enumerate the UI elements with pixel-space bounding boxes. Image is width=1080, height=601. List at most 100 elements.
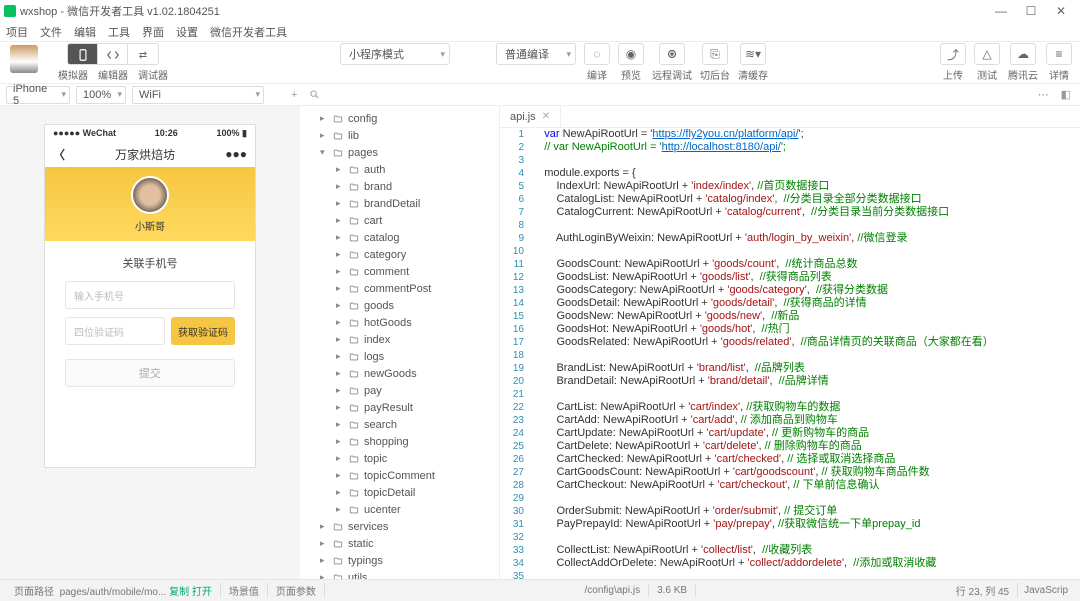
code-line[interactable]: 2 // var NewApiRootUrl = 'http://localho… <box>500 141 1080 154</box>
code-line[interactable]: 24 CartUpdate: NewApiRootUrl + 'cart/upd… <box>500 427 1080 440</box>
code-line[interactable]: 18 <box>500 349 1080 362</box>
close-button[interactable]: ✕ <box>1046 0 1076 22</box>
code-line[interactable]: 11 GoodsCount: NewApiRootUrl + 'goods/co… <box>500 258 1080 271</box>
folder-services[interactable]: ▸services <box>300 518 499 535</box>
code-line[interactable]: 14 GoodsDetail: NewApiRootUrl + 'goods/d… <box>500 297 1080 310</box>
folder-commentPost[interactable]: ▸commentPost <box>300 280 499 297</box>
upload-button[interactable]: ⤴ <box>940 43 966 65</box>
code-line[interactable]: 3 <box>500 154 1080 167</box>
user-avatar[interactable] <box>10 45 38 73</box>
folder-newGoods[interactable]: ▸newGoods <box>300 365 499 382</box>
code-line[interactable]: 20 BrandDetail: NewApiRootUrl + 'brand/d… <box>500 375 1080 388</box>
compile-type-select[interactable]: 普通编译 <box>496 43 576 65</box>
device-select[interactable]: iPhone 5 <box>6 86 70 104</box>
code-line[interactable]: 9 AuthLoginByWeixin: NewApiRootUrl + 'au… <box>500 232 1080 245</box>
page-params[interactable]: 页面参数 <box>268 583 325 598</box>
folder-comment[interactable]: ▸comment <box>300 263 499 280</box>
submit-button[interactable]: 提交 <box>65 359 235 387</box>
simulator-toggle[interactable] <box>68 44 98 65</box>
folder-topicComment[interactable]: ▸topicComment <box>300 467 499 484</box>
folder-auth[interactable]: ▸auth <box>300 161 499 178</box>
minimize-button[interactable]: — <box>986 0 1016 22</box>
folder-ucenter[interactable]: ▸ucenter <box>300 501 499 518</box>
code-line[interactable]: 16 GoodsHot: NewApiRootUrl + 'goods/hot'… <box>500 323 1080 336</box>
code-line[interactable]: 13 GoodsCategory: NewApiRootUrl + 'goods… <box>500 284 1080 297</box>
editor-tab[interactable]: api.js✕ <box>500 106 561 127</box>
get-code-button[interactable]: 获取验证码 <box>171 317 235 345</box>
compile-button[interactable]: ◌ <box>584 43 610 65</box>
code-line[interactable]: 4 module.exports = { <box>500 167 1080 180</box>
code-line[interactable]: 19 BrandList: NewApiRootUrl + 'brand/lis… <box>500 362 1080 375</box>
menu-devtools[interactable]: 微信开发者工具 <box>210 24 287 40</box>
code-line[interactable]: 1 var NewApiRootUrl = 'https://fly2you.c… <box>500 128 1080 141</box>
folder-logs[interactable]: ▸logs <box>300 348 499 365</box>
open-link[interactable]: 打开 <box>192 587 212 598</box>
folder-utils[interactable]: ▸utils <box>300 569 499 579</box>
back-icon[interactable]: 〈 <box>53 146 65 163</box>
folder-config[interactable]: ▸config <box>300 110 499 127</box>
remote-debug-button[interactable] <box>659 43 685 65</box>
scene-value[interactable]: 场景值 <box>221 583 268 598</box>
code-line[interactable]: 21 <box>500 388 1080 401</box>
code-line[interactable]: 29 <box>500 492 1080 505</box>
background-button[interactable]: ⎘ <box>702 43 728 65</box>
folder-topic[interactable]: ▸topic <box>300 450 499 467</box>
folder-shopping[interactable]: ▸shopping <box>300 433 499 450</box>
close-icon[interactable]: ✕ <box>542 111 550 122</box>
hero-avatar[interactable] <box>131 176 169 214</box>
code-line[interactable]: 22 CartList: NewApiRootUrl + 'cart/index… <box>500 401 1080 414</box>
language-mode[interactable]: JavaScrip <box>1018 585 1074 596</box>
code-line[interactable]: 6 CatalogList: NewApiRootUrl + 'catalog/… <box>500 193 1080 206</box>
debugger-toggle[interactable]: ⇄ <box>128 44 158 65</box>
code-line[interactable]: 17 GoodsRelated: NewApiRootUrl + 'goods/… <box>500 336 1080 349</box>
folder-hotGoods[interactable]: ▸hotGoods <box>300 314 499 331</box>
menu-project[interactable]: 项目 <box>6 24 28 40</box>
folder-search[interactable]: ▸search <box>300 416 499 433</box>
compile-mode-select[interactable]: 小程序模式 <box>340 43 450 65</box>
folder-cart[interactable]: ▸cart <box>300 212 499 229</box>
maximize-button[interactable]: ☐ <box>1016 0 1046 22</box>
test-button[interactable]: △ <box>974 43 1000 65</box>
code-editor[interactable]: 1 var NewApiRootUrl = 'https://fly2you.c… <box>500 128 1080 579</box>
folder-category[interactable]: ▸category <box>300 246 499 263</box>
file-tree[interactable]: ▸config▸lib▾pages▸auth▸brand▸brandDetail… <box>300 106 500 579</box>
zoom-select[interactable]: 100% <box>76 86 126 104</box>
folder-brand[interactable]: ▸brand <box>300 178 499 195</box>
add-icon[interactable]: + <box>288 89 300 101</box>
code-line[interactable]: 10 <box>500 245 1080 258</box>
code-line[interactable]: 34 CollectAddOrDelete: NewApiRootUrl + '… <box>500 557 1080 570</box>
search-icon[interactable] <box>306 89 323 100</box>
code-line[interactable]: 26 CartChecked: NewApiRootUrl + 'cart/ch… <box>500 453 1080 466</box>
folder-static[interactable]: ▸static <box>300 535 499 552</box>
tencent-cloud-button[interactable]: ☁ <box>1010 43 1036 65</box>
folder-pay[interactable]: ▸pay <box>300 382 499 399</box>
preview-button[interactable]: ◉ <box>618 43 644 65</box>
code-line[interactable]: 8 <box>500 219 1080 232</box>
editor-toggle[interactable] <box>98 44 128 65</box>
menu-file[interactable]: 文件 <box>40 24 62 40</box>
code-line[interactable]: 12 GoodsList: NewApiRootUrl + 'goods/lis… <box>500 271 1080 284</box>
split-icon[interactable]: ◧ <box>1058 88 1074 101</box>
menu-edit[interactable]: 编辑 <box>74 24 96 40</box>
code-line[interactable]: 25 CartDelete: NewApiRootUrl + 'cart/del… <box>500 440 1080 453</box>
menu-tools[interactable]: 工具 <box>108 24 130 40</box>
folder-goods[interactable]: ▸goods <box>300 297 499 314</box>
network-select[interactable]: WiFi <box>132 86 264 104</box>
folder-pages[interactable]: ▾pages <box>300 144 499 161</box>
menu-settings[interactable]: 设置 <box>176 24 198 40</box>
code-line[interactable]: 33 CollectList: NewApiRootUrl + 'collect… <box>500 544 1080 557</box>
copy-link[interactable]: 复制 <box>169 587 189 598</box>
code-line[interactable]: 31 PayPrepayId: NewApiRootUrl + 'pay/pre… <box>500 518 1080 531</box>
clear-cache-button[interactable]: ≋▾ <box>740 43 766 65</box>
code-line[interactable]: 7 CatalogCurrent: NewApiRootUrl + 'catal… <box>500 206 1080 219</box>
code-line[interactable]: 15 GoodsNew: NewApiRootUrl + 'goods/new'… <box>500 310 1080 323</box>
code-line[interactable]: 32 <box>500 531 1080 544</box>
folder-typings[interactable]: ▸typings <box>300 552 499 569</box>
code-line[interactable]: 23 CartAdd: NewApiRootUrl + 'cart/add', … <box>500 414 1080 427</box>
code-input[interactable]: 四位验证码 <box>65 317 165 345</box>
code-line[interactable]: 30 OrderSubmit: NewApiRootUrl + 'order/s… <box>500 505 1080 518</box>
folder-index[interactable]: ▸index <box>300 331 499 348</box>
code-line[interactable]: 5 IndexUrl: NewApiRootUrl + 'index/index… <box>500 180 1080 193</box>
folder-brandDetail[interactable]: ▸brandDetail <box>300 195 499 212</box>
folder-lib[interactable]: ▸lib <box>300 127 499 144</box>
